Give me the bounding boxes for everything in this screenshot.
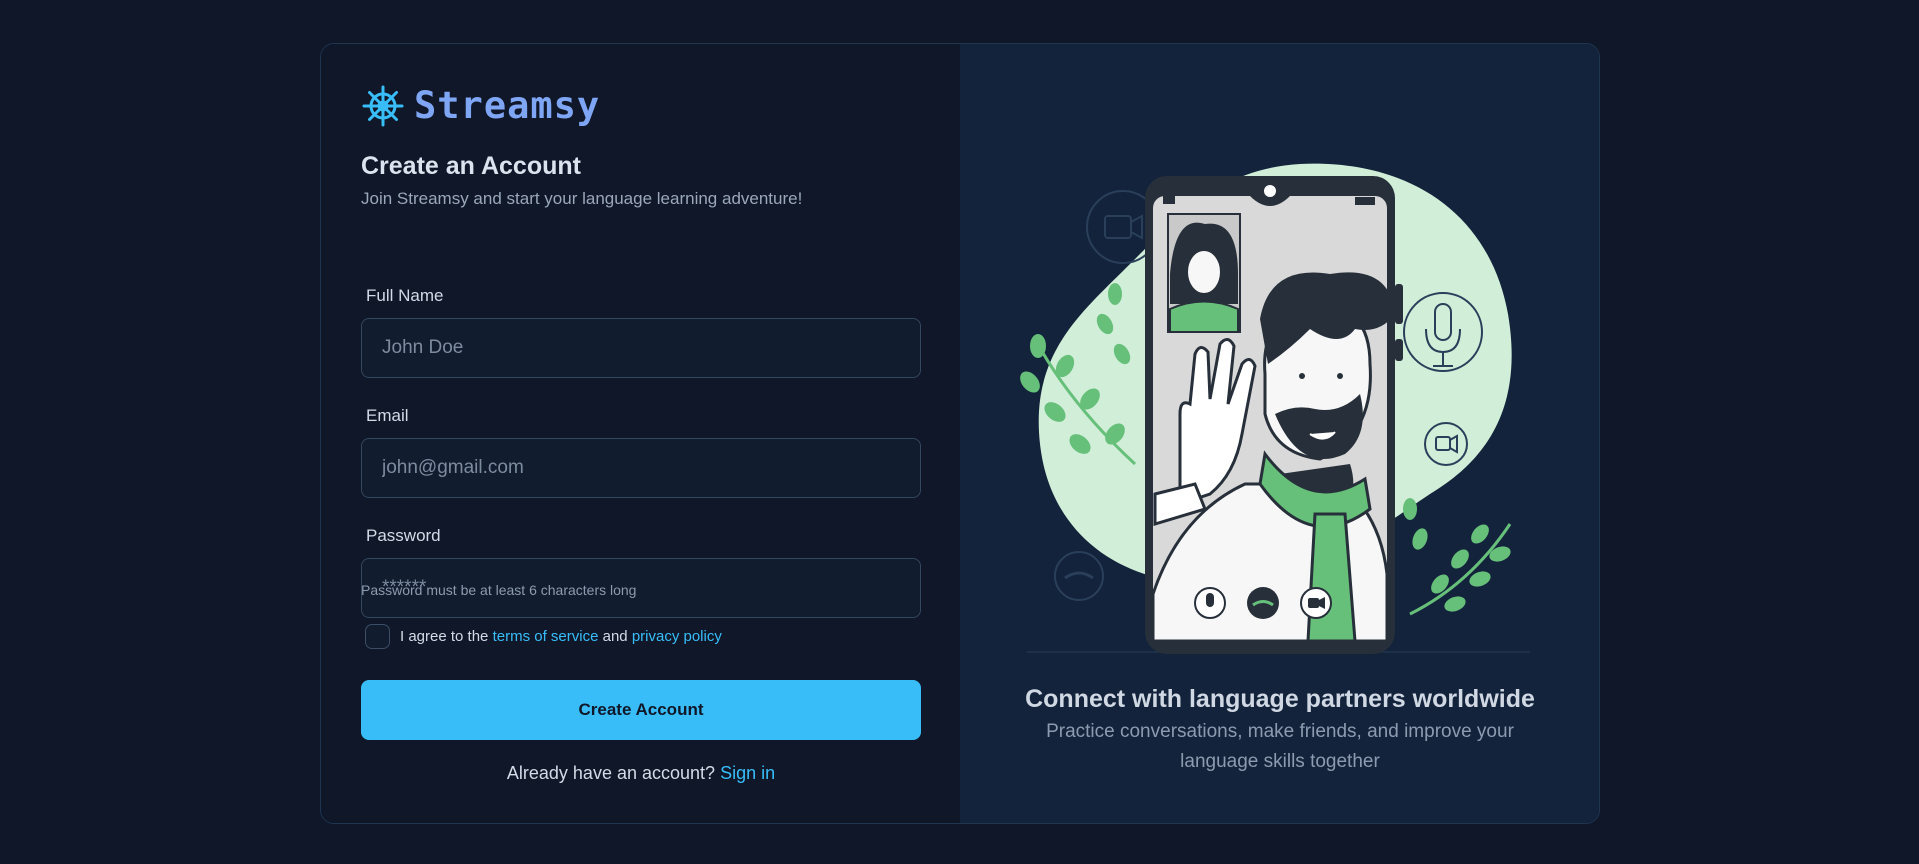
email-input[interactable] [361,438,921,498]
full-name-input[interactable] [361,318,921,378]
password-hint: Password must be at least 6 characters l… [361,582,637,598]
brand-name: Streamsy [414,84,601,127]
terms-agreement: I agree to the terms of service and priv… [365,624,722,649]
terms-of-service-link[interactable]: terms of service [493,628,599,645]
password-label: Password [366,526,441,545]
promo-subtitle: Practice conversations, make friends, an… [1046,721,1514,772]
video-call-illustration [1020,163,1530,654]
email-label: Email [366,406,409,425]
terms-prefix: I agree to the [400,628,489,645]
page-subtitle: Join Streamsy and start your language le… [361,189,803,208]
promo-title: Connect with language partners worldwide [1025,685,1535,713]
sign-in-link[interactable]: Sign in [720,763,775,783]
page-title: Create an Account [361,152,581,180]
signup-form-panel: Streamsy Create an Account Join Streamsy… [321,44,960,823]
terms-checkbox[interactable] [365,624,390,649]
signin-prompt: Already have an account? Sign in [361,763,921,784]
promo-panel: Connect with language partners worldwide… [960,44,1599,823]
terms-and: and [602,628,628,645]
full-name-label: Full Name [366,286,444,305]
signup-card: Streamsy Create an Account Join Streamsy… [320,43,1600,824]
create-account-button[interactable]: Create Account [361,680,921,740]
ship-wheel-icon [362,85,404,126]
brand-logo: Streamsy [362,84,600,127]
signin-prompt-text: Already have an account? [506,763,716,783]
privacy-policy-link[interactable]: privacy policy [632,628,722,645]
terms-text: I agree to the terms of service and priv… [400,628,722,645]
